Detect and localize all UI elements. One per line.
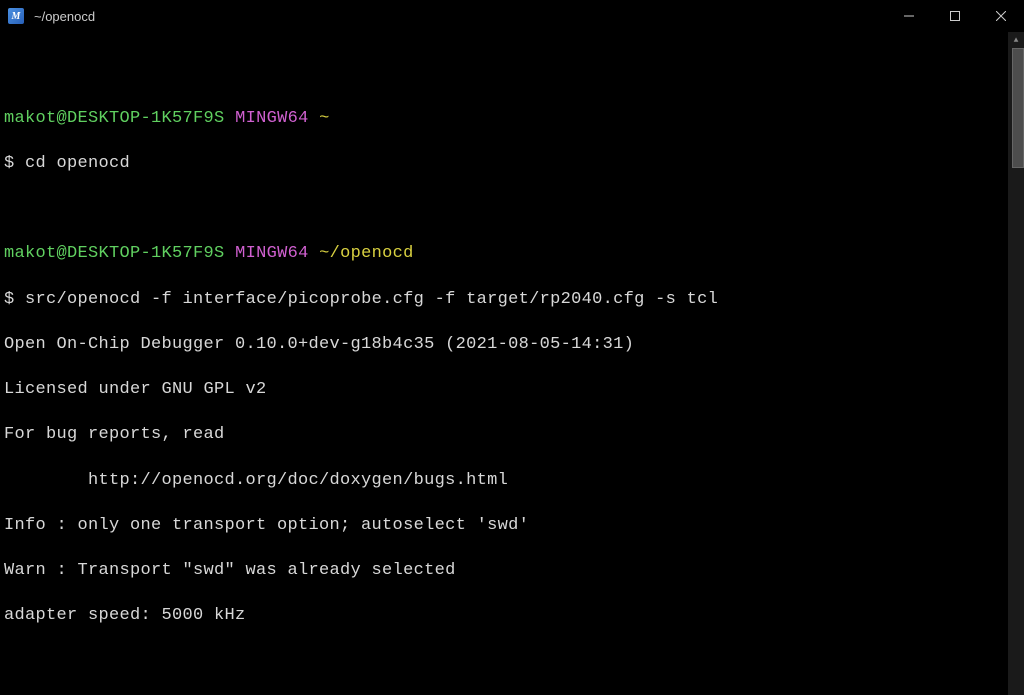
scrollbar-thumb[interactable] [1012,48,1024,168]
app-icon: M [0,0,32,32]
output-line: Info : only one transport option; autose… [4,515,1004,538]
minimize-button[interactable] [886,0,932,32]
scrollbar-arrow-up-icon[interactable]: ▲ [1008,32,1024,48]
output-line: For bug reports, read [4,424,1004,447]
output-line [4,650,1004,673]
prompt-user: makot@DESKTOP-1K57F9S [4,244,225,263]
command-line: $ cd openocd [4,153,1004,176]
empty-line [4,198,1004,221]
output-line: Warn : Transport "swd" was already selec… [4,560,1004,583]
output-line: http://openocd.org/doc/doxygen/bugs.html [4,470,1004,493]
prompt-dollar: $ [4,154,15,173]
output-line: Open On-Chip Debugger 0.10.0+dev-g18b4c3… [4,334,1004,357]
app-icon-letter: M [8,8,24,24]
terminal-area: makot@DESKTOP-1K57F9S MINGW64 ~ $ cd ope… [0,32,1024,695]
output-line: adapter speed: 5000 kHz [4,605,1004,628]
prompt-line: makot@DESKTOP-1K57F9S MINGW64 ~ [4,108,1004,131]
empty-line [4,63,1004,86]
command-text: cd openocd [25,154,130,173]
maximize-button[interactable] [932,0,978,32]
terminal-content[interactable]: makot@DESKTOP-1K57F9S MINGW64 ~ $ cd ope… [0,32,1008,695]
output-line: Licensed under GNU GPL v2 [4,379,1004,402]
command-line: $ src/openocd -f interface/picoprobe.cfg… [4,289,1004,312]
prompt-dollar: $ [4,290,15,309]
prompt-line: makot@DESKTOP-1K57F9S MINGW64 ~/openocd [4,243,1004,266]
prompt-user: makot@DESKTOP-1K57F9S [4,109,225,128]
prompt-path: ~ [319,109,330,128]
command-text: src/openocd -f interface/picoprobe.cfg -… [25,290,718,309]
prompt-path: ~/openocd [319,244,414,263]
window-title: ~/openocd [32,9,886,24]
scrollbar[interactable]: ▲ [1008,32,1024,695]
titlebar[interactable]: M ~/openocd [0,0,1024,32]
window-controls [886,0,1024,32]
prompt-env: MINGW64 [235,109,309,128]
prompt-env: MINGW64 [235,244,309,263]
close-button[interactable] [978,0,1024,32]
